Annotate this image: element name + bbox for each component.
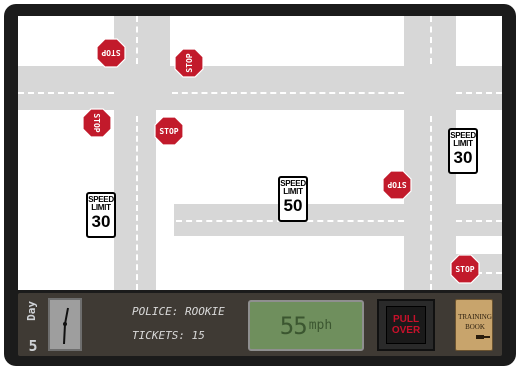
stop-sign-label: STOP xyxy=(101,48,121,58)
police-rank: POLICE: ROOKIE xyxy=(132,305,225,318)
pull-over-button[interactable]: PULL OVER xyxy=(377,299,435,351)
lane-dash-right-upper xyxy=(430,16,432,64)
speedometer: 55 mph xyxy=(248,300,364,351)
stop-sign-label: STOP xyxy=(455,264,475,274)
lane-dash-top-right xyxy=(456,92,502,94)
speed-sign-value: 50 xyxy=(283,196,303,215)
tickets-count: TICKETS: 15 xyxy=(132,329,205,342)
lane-dash-left-upper xyxy=(136,16,138,64)
book-title: TRAINING BOOK xyxy=(456,312,494,332)
speed-unit: mph xyxy=(308,318,333,333)
speed-sign-middle: LIMIT xyxy=(283,187,303,196)
stop-sign-6[interactable]: STOP xyxy=(450,254,480,284)
speed-value: 55 xyxy=(279,311,308,340)
speed-sign-value: 30 xyxy=(91,212,111,231)
stop-sign-label: STOP xyxy=(159,126,179,136)
stop-sign-1[interactable]: STOP xyxy=(96,38,126,68)
pointing-hand-icon xyxy=(476,335,490,339)
lane-dash-middle-right xyxy=(456,220,502,222)
speed-limit-sign-30-right: SPEED LIMIT 30 xyxy=(448,128,478,174)
speed-sign-middle: LIMIT xyxy=(453,139,473,148)
lane-dash-right-lower xyxy=(430,116,432,290)
road-vertical-left-branch xyxy=(156,16,170,110)
book-title-line-1: TRAINING xyxy=(458,313,492,321)
speed-limit-sign-30-left: SPEED LIMIT 30 xyxy=(86,192,116,238)
hud-bar: Day 5 POLICE: ROOKIE TICKETS: 15 55 mph … xyxy=(18,293,502,356)
pull-over-face: PULL OVER xyxy=(386,306,426,344)
clock-center xyxy=(63,322,67,326)
pull-over-label-1: PULL xyxy=(392,314,420,325)
stop-sign-label: STOP xyxy=(92,113,102,133)
lane-dash-left-lower xyxy=(136,116,138,290)
day-number: 5 xyxy=(28,337,38,355)
lane-dash-top-left xyxy=(18,92,114,94)
clock xyxy=(48,298,82,351)
clock-minute-hand xyxy=(63,323,66,345)
stop-sign-5[interactable]: STOP xyxy=(382,170,412,200)
training-book-button[interactable]: TRAINING BOOK xyxy=(455,299,493,351)
clock-hour-hand xyxy=(64,307,69,325)
stop-sign-3[interactable]: STOP xyxy=(82,108,112,138)
clock-face-icon xyxy=(63,307,69,345)
city-map: STOP STOP STOP STOP STOP STOP SPEED LIMI… xyxy=(18,16,502,290)
speed-sign-middle: LIMIT xyxy=(91,203,111,212)
day-label: Day xyxy=(25,301,40,321)
stop-sign-label: STOP xyxy=(184,53,194,73)
pull-over-label-2: OVER xyxy=(391,325,421,336)
stop-sign-4[interactable]: STOP xyxy=(154,116,184,146)
speed-limit-sign-50: SPEED LIMIT 50 xyxy=(278,176,308,222)
speed-sign-value: 30 xyxy=(453,148,473,167)
stop-sign-2[interactable]: STOP xyxy=(174,48,204,78)
day-label-text: Day xyxy=(25,301,38,321)
book-title-line-2: BOOK xyxy=(465,323,485,331)
lane-dash-top-middle xyxy=(172,92,404,94)
stop-sign-label: STOP xyxy=(387,180,407,190)
